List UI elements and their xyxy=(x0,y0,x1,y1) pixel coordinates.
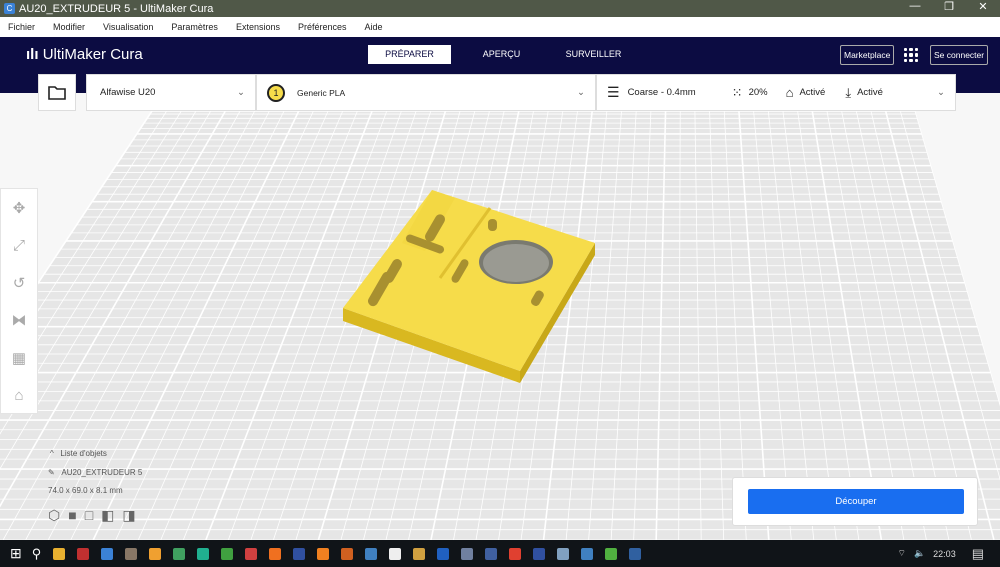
edit-pencil-icon[interactable]: ✎ xyxy=(48,468,55,477)
printer-selector[interactable]: Alfawise U20 ⌄ xyxy=(86,74,256,111)
menu-preferences[interactable]: Préférences xyxy=(298,22,347,32)
taskbar-app-icon[interactable] xyxy=(629,547,642,560)
taskbar-app-icon[interactable] xyxy=(365,547,378,560)
tool-sidebar: ✥ ⤢ ↺ ⧓ ▦ ⌂ xyxy=(0,188,38,414)
ultimaker-logo: ılı UltiMaker Cura xyxy=(26,46,143,63)
print-settings-panel[interactable]: ☰ Coarse - 0.4mm ⁙ 20% ⌂ Activé ⤓ Activé… xyxy=(596,74,956,111)
logo-text: UltiMaker Cura xyxy=(42,46,143,63)
mirror-tool-icon[interactable]: ⧓ xyxy=(1,302,37,340)
object-dimensions: 74.0 x 69.0 x 8.1 mm xyxy=(48,486,123,495)
menu-modifier[interactable]: Modifier xyxy=(53,22,85,32)
taskbar-app-icon[interactable] xyxy=(53,547,66,560)
chevron-down-icon: ⌄ xyxy=(937,87,945,98)
close-button[interactable]: ✕ xyxy=(966,0,1000,13)
taskbar-app-icon[interactable] xyxy=(485,547,498,560)
tab-apercu[interactable]: APERÇU xyxy=(460,45,543,64)
maximize-button[interactable]: ❐ xyxy=(932,0,966,13)
menu-visualisation[interactable]: Visualisation xyxy=(103,22,153,32)
chevron-down-icon: ⌄ xyxy=(237,87,245,98)
build-plate xyxy=(0,110,1000,540)
taskbar-app-icon[interactable] xyxy=(269,547,282,560)
tab-surveiller[interactable]: SURVEILLER xyxy=(552,45,635,64)
support-value: Activé xyxy=(799,87,826,98)
taskbar-app-icon[interactable] xyxy=(245,547,258,560)
tab-preparer[interactable]: PRÉPARER xyxy=(368,45,451,64)
chevron-down-icon: ⌄ xyxy=(577,87,585,98)
printer-name: Alfawise U20 xyxy=(100,87,156,98)
taskbar-app-icon[interactable] xyxy=(125,547,138,560)
taskbar-app-icon[interactable] xyxy=(197,547,210,560)
menu-parametres[interactable]: Paramètres xyxy=(171,22,218,32)
scale-tool-icon[interactable]: ⤢ xyxy=(1,227,37,265)
rotate-tool-icon[interactable]: ↺ xyxy=(1,264,37,302)
windows-start-icon[interactable]: ⊞ xyxy=(10,545,22,562)
taskbar-app-icon[interactable] xyxy=(413,547,426,560)
taskbar-app-icon[interactable] xyxy=(437,547,450,560)
taskbar-app-icon[interactable] xyxy=(293,547,306,560)
windows-taskbar: ⊞ ⚲ ⌔ 🔈 22:03 ▤ xyxy=(0,540,1000,567)
infill-value: 20% xyxy=(748,87,768,98)
menu-extensions[interactable]: Extensions xyxy=(236,22,280,32)
infill-icon: ⁙ xyxy=(731,84,743,100)
taskbar-app-icon[interactable] xyxy=(461,547,474,560)
taskbar-app-icon[interactable] xyxy=(389,547,402,560)
apps-grid-icon[interactable] xyxy=(904,48,918,62)
support-icon: ⌂ xyxy=(785,85,794,100)
move-tool-icon[interactable]: ✥ xyxy=(1,189,37,227)
minimize-button[interactable]: — xyxy=(898,0,932,13)
system-tray: ⌔ 🔈 22:03 ▤ xyxy=(897,540,1000,567)
adhesion-value: Activé xyxy=(857,87,883,98)
taskbar-app-icon[interactable] xyxy=(581,547,594,560)
view-3d-icon[interactable]: ⬡ xyxy=(48,507,68,523)
3d-viewport[interactable] xyxy=(0,93,1000,540)
menu-fichier[interactable]: Fichier xyxy=(8,22,35,32)
wifi-icon[interactable]: ⌔ xyxy=(897,548,905,559)
taskbar-app-icon[interactable] xyxy=(509,547,522,560)
profile-value: Coarse - 0.4mm xyxy=(627,87,696,98)
volume-icon[interactable]: 🔈 xyxy=(914,548,925,559)
taskbar-app-icon[interactable] xyxy=(341,547,354,560)
object-list-label: Liste d'objets xyxy=(60,449,107,458)
clock[interactable]: 22:03 xyxy=(933,549,956,559)
taskbar-app-icon[interactable] xyxy=(77,547,90,560)
view-top-icon[interactable]: □ xyxy=(85,507,101,523)
notifications-icon[interactable]: ▤ xyxy=(972,546,984,562)
marketplace-button[interactable]: Marketplace xyxy=(840,45,895,65)
open-file-button[interactable] xyxy=(38,74,76,111)
taskbar-app-icon[interactable] xyxy=(221,547,234,560)
settings-sliders-icon: ☰ xyxy=(607,84,620,100)
per-model-settings-icon[interactable]: ▦ xyxy=(1,339,37,377)
extruder-badge: 1 xyxy=(267,83,285,102)
slice-button[interactable]: Découper xyxy=(748,489,964,514)
material-name: Generic PLA xyxy=(297,87,346,98)
object-name: AU20_EXTRUDEUR 5 xyxy=(61,468,143,477)
object-list-toggle[interactable]: ^ Liste d'objets xyxy=(50,449,144,458)
support-blocker-icon[interactable]: ⌂ xyxy=(1,377,37,415)
folder-icon xyxy=(48,86,66,100)
menu-bar: Fichier Modifier Visualisation Paramètre… xyxy=(0,17,1000,37)
object-info: ^ Liste d'objets ✎ AU20_EXTRUDEUR 5 74.0… xyxy=(48,449,144,524)
taskbar-app-icon[interactable] xyxy=(557,547,570,560)
taskbar-app-icon[interactable] xyxy=(149,547,162,560)
adhesion-icon: ⤓ xyxy=(845,84,852,100)
view-right-icon[interactable]: ◨ xyxy=(122,507,143,523)
view-left-icon[interactable]: ◧ xyxy=(101,507,122,523)
window-title: AU20_EXTRUDEUR 5 - UltiMaker Cura xyxy=(19,2,214,15)
view-front-icon[interactable]: ■ xyxy=(68,507,84,523)
taskbar-app-icon[interactable] xyxy=(533,547,546,560)
menu-aide[interactable]: Aide xyxy=(365,22,383,32)
taskbar-app-icon[interactable] xyxy=(173,547,186,560)
taskbar-app-icon[interactable] xyxy=(101,547,114,560)
taskbar-app-icon[interactable] xyxy=(605,547,618,560)
sign-in-button[interactable]: Se connecter xyxy=(930,45,989,65)
search-icon[interactable]: ⚲ xyxy=(32,546,42,562)
title-bar: C AU20_EXTRUDEUR 5 - UltiMaker Cura — ❐ … xyxy=(0,0,1000,17)
cura-app-icon: C xyxy=(4,3,15,14)
taskbar-app-icon[interactable] xyxy=(317,547,330,560)
slice-panel: Découper xyxy=(732,477,978,526)
material-selector[interactable]: 1 Generic PLA ⌄ xyxy=(256,74,596,111)
